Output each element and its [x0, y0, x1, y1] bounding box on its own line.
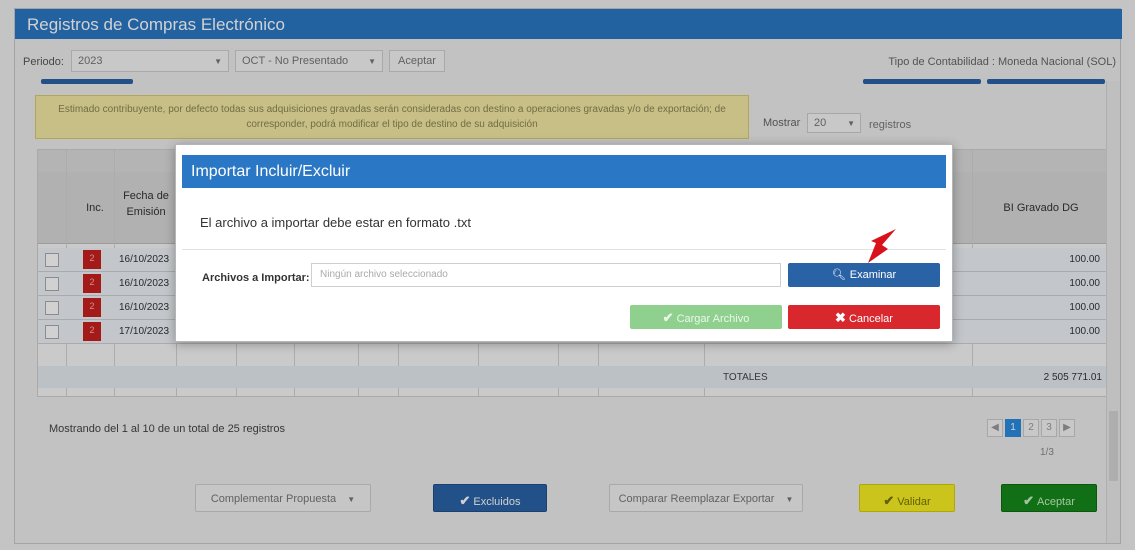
cancelar-button[interactable]: ✖ Cancelar — [788, 305, 940, 329]
cargar-label: Cargar Archivo — [676, 313, 750, 325]
search-icon: 🔍︎ — [831, 269, 846, 281]
dialog-title: Importar Incluir/Excluir — [182, 155, 946, 188]
arrow-pointer-icon — [868, 229, 896, 263]
file-label: Archivos a Importar: — [202, 272, 310, 284]
cancelar-label: Cancelar — [848, 313, 893, 325]
cargar-archivo-button[interactable]: ✔ Cargar Archivo — [630, 305, 782, 329]
examinar-label: Examinar — [849, 269, 897, 281]
check-icon: ✔ — [662, 310, 674, 325]
close-icon: ✖ — [835, 310, 846, 325]
file-input[interactable]: Ningún archivo seleccionado — [311, 263, 781, 287]
dialog-message: El archivo a importar debe estar en form… — [200, 215, 471, 230]
dialog-divider — [182, 249, 946, 250]
import-dialog: Importar Incluir/Excluir El archivo a im… — [175, 144, 953, 342]
